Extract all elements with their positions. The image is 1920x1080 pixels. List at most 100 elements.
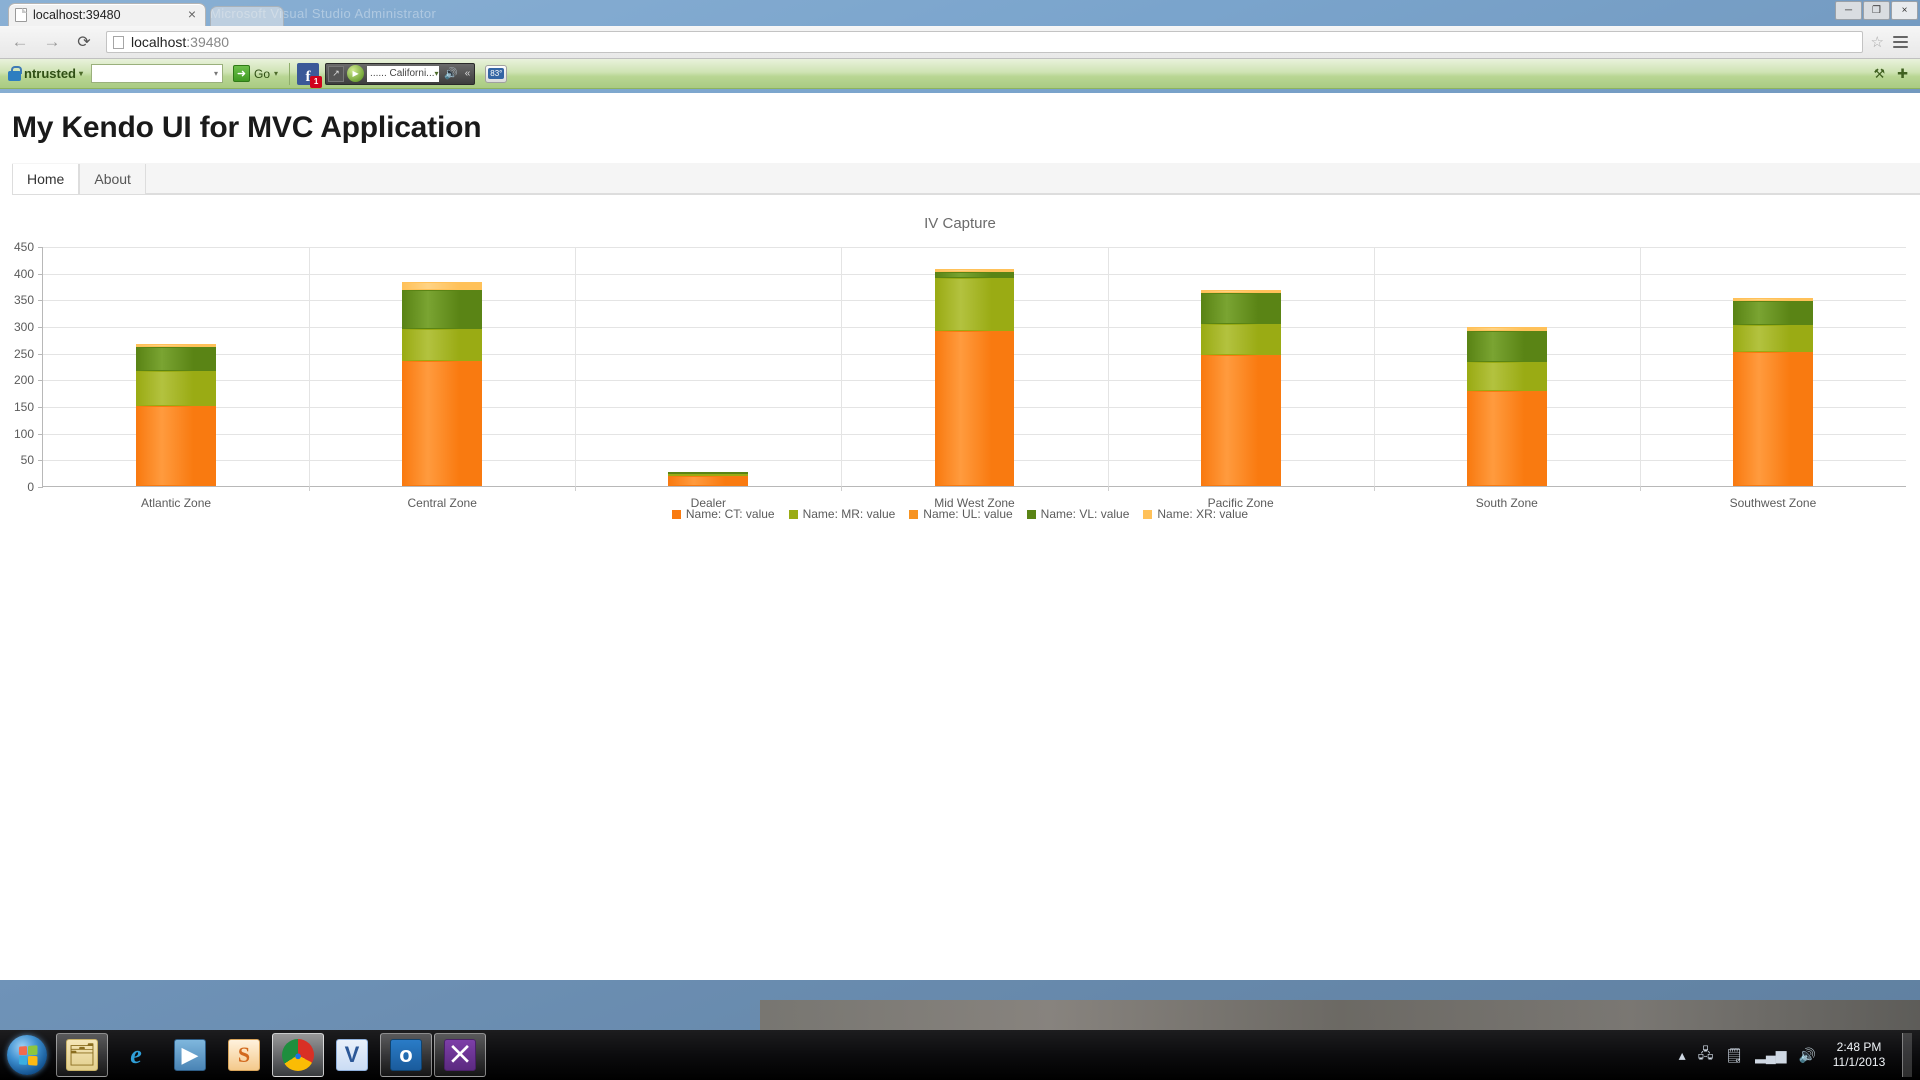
taskbar-item-microsoft-outlook[interactable]: o bbox=[380, 1033, 432, 1077]
clock[interactable]: 2:48 PM 11/1/2013 bbox=[1828, 1040, 1890, 1070]
visual-studio-icon: ⨉ bbox=[444, 1039, 476, 1071]
bar-segment[interactable] bbox=[934, 331, 1015, 486]
y-axis-tick bbox=[38, 300, 43, 302]
bar-segment[interactable] bbox=[402, 360, 483, 486]
bar-segment[interactable] bbox=[668, 474, 749, 477]
legend-item[interactable]: Name: XR: value bbox=[1143, 507, 1248, 521]
reload-icon[interactable]: ⟳ bbox=[72, 30, 96, 54]
entrusted-brand[interactable]: ntrusted ▾ bbox=[4, 66, 91, 81]
site-tab-about[interactable]: About bbox=[79, 164, 146, 194]
weather-button[interactable]: 83° bbox=[485, 64, 508, 83]
signal-icon[interactable]: ▂▄▆ bbox=[1755, 1047, 1786, 1064]
bar-segment[interactable] bbox=[1466, 330, 1547, 362]
chevron-down-icon[interactable]: ▾ bbox=[274, 69, 278, 78]
close-window-icon[interactable]: × bbox=[1891, 1, 1918, 20]
network-icon[interactable]: 🖧 bbox=[1698, 1043, 1714, 1067]
chevron-down-icon: ▾ bbox=[434, 69, 439, 78]
volume-icon[interactable]: 🔊 bbox=[1799, 1047, 1816, 1064]
close-icon[interactable]: × bbox=[185, 7, 199, 22]
legend-item[interactable]: Name: VL: value bbox=[1026, 507, 1129, 521]
y-axis-label: 300 bbox=[13, 320, 34, 334]
bar-segment[interactable] bbox=[402, 290, 483, 329]
bar-segment[interactable] bbox=[1733, 324, 1813, 352]
chevron-down-icon[interactable]: ▾ bbox=[79, 69, 83, 78]
category-separator bbox=[575, 247, 577, 486]
bar-segment[interactable] bbox=[934, 278, 1015, 332]
taskbar-item-google-chrome[interactable]: ● bbox=[272, 1033, 324, 1077]
y-axis-label: 100 bbox=[13, 426, 34, 441]
extension-toolbar-right: ⚒ ✚ bbox=[1873, 66, 1916, 82]
bar-segment[interactable] bbox=[1466, 391, 1547, 486]
menu-icon[interactable] bbox=[1893, 36, 1908, 48]
play-icon[interactable]: ▶ bbox=[347, 65, 365, 82]
weather-temperature: 83° bbox=[488, 68, 505, 79]
action-center-icon[interactable]: 🗒 bbox=[1725, 1047, 1743, 1064]
bar-segment[interactable] bbox=[1200, 293, 1281, 325]
bar-segment[interactable] bbox=[402, 328, 483, 361]
extension-search-input[interactable]: ▾ bbox=[91, 64, 224, 83]
station-selector[interactable]: ...... Californi... ▾ bbox=[367, 65, 440, 82]
y-axis-tick bbox=[38, 273, 43, 275]
bar-segment[interactable] bbox=[934, 271, 1015, 278]
bar-segment[interactable] bbox=[136, 347, 216, 372]
restore-icon[interactable]: ❐ bbox=[1863, 1, 1890, 20]
bar-segment[interactable] bbox=[136, 406, 216, 486]
go-button[interactable]: ➜ Go ▾ bbox=[229, 64, 282, 84]
bar-segment[interactable] bbox=[1466, 327, 1547, 331]
address-bar[interactable]: localhost:39480 bbox=[106, 31, 1863, 53]
bar-segment[interactable] bbox=[1200, 290, 1281, 294]
windows-flag-icon bbox=[18, 1044, 37, 1066]
windows-taskbar: 🗂 e ▶ S ● Vo ⨉ ▴ 🖧 🗒 ▂▄▆ 🔊 2:48 PM 11/1/2013 bbox=[0, 1030, 1920, 1080]
bar-segment[interactable] bbox=[1733, 298, 1813, 301]
bar-segment[interactable] bbox=[1200, 355, 1281, 486]
legend-item[interactable]: Name: MR: value bbox=[788, 507, 895, 521]
clock-date: 11/1/2013 bbox=[1832, 1055, 1886, 1069]
bar-segment[interactable] bbox=[1733, 351, 1813, 486]
overflow-icon[interactable]: « bbox=[463, 68, 473, 79]
start-button[interactable] bbox=[0, 1032, 54, 1078]
bar-segment[interactable] bbox=[136, 371, 216, 406]
add-icon[interactable]: ✚ bbox=[1897, 66, 1908, 82]
legend-item[interactable]: Name: CT: value bbox=[671, 507, 775, 521]
bar-segment[interactable] bbox=[136, 344, 216, 348]
bar-segment[interactable] bbox=[668, 472, 749, 475]
microsoft-visio-icon: V bbox=[336, 1039, 368, 1071]
bar-segment[interactable] bbox=[934, 268, 1015, 272]
y-axis-tick bbox=[38, 247, 43, 248]
taskbar-item-snagit[interactable]: S bbox=[218, 1033, 270, 1077]
legend-label: Name: UL: value bbox=[923, 507, 1013, 521]
bar-segment[interactable] bbox=[1733, 300, 1813, 325]
show-desktop-button[interactable] bbox=[1902, 1033, 1912, 1077]
forward-icon[interactable]: → bbox=[40, 30, 64, 54]
new-tab-button[interactable] bbox=[210, 6, 284, 26]
bar-segment[interactable] bbox=[668, 476, 749, 486]
taskbar-item-windows-explorer[interactable]: 🗂 bbox=[56, 1033, 108, 1077]
legend-label: Name: XR: value bbox=[1157, 507, 1249, 521]
browser-tab-localhost[interactable]: localhost:39480 × bbox=[8, 3, 206, 26]
back-icon[interactable]: ← bbox=[8, 30, 32, 54]
y-axis-label: 350 bbox=[13, 293, 34, 308]
bookmark-star-icon[interactable]: ☆ bbox=[1871, 33, 1884, 51]
taskbar-item-internet-explorer[interactable]: e bbox=[110, 1033, 162, 1077]
y-axis-tick bbox=[38, 353, 43, 355]
minimize-icon[interactable]: ─ bbox=[1835, 1, 1862, 20]
bar-segment[interactable] bbox=[402, 282, 483, 291]
tools-icon[interactable]: ⚒ bbox=[1873, 66, 1885, 82]
browser-navigation-bar: ← → ⟳ localhost:39480 ☆ bbox=[0, 26, 1920, 59]
chevron-down-icon[interactable]: ▾ bbox=[214, 69, 218, 78]
legend-swatch bbox=[671, 509, 681, 519]
windows-media-player-icon: ▶ bbox=[174, 1039, 206, 1071]
site-tab-home[interactable]: Home bbox=[12, 164, 80, 194]
category-separator bbox=[1107, 247, 1109, 486]
taskbar-item-windows-media-player[interactable]: ▶ bbox=[164, 1033, 216, 1077]
chevron-up-icon[interactable]: ▴ bbox=[1679, 1047, 1686, 1064]
facebook-icon[interactable]: f 1 bbox=[297, 62, 323, 88]
legend-item[interactable]: Name: UL: value bbox=[909, 507, 1013, 521]
taskbar-item-microsoft-visio[interactable]: V bbox=[326, 1033, 378, 1077]
taskbar-item-visual-studio[interactable]: ⨉ bbox=[434, 1033, 486, 1077]
category-separator bbox=[841, 247, 843, 486]
speaker-icon[interactable]: 🔊 bbox=[442, 67, 460, 80]
expand-icon[interactable]: ↗ bbox=[328, 65, 345, 82]
bar-segment[interactable] bbox=[1200, 324, 1281, 356]
bar-segment[interactable] bbox=[1466, 361, 1547, 392]
